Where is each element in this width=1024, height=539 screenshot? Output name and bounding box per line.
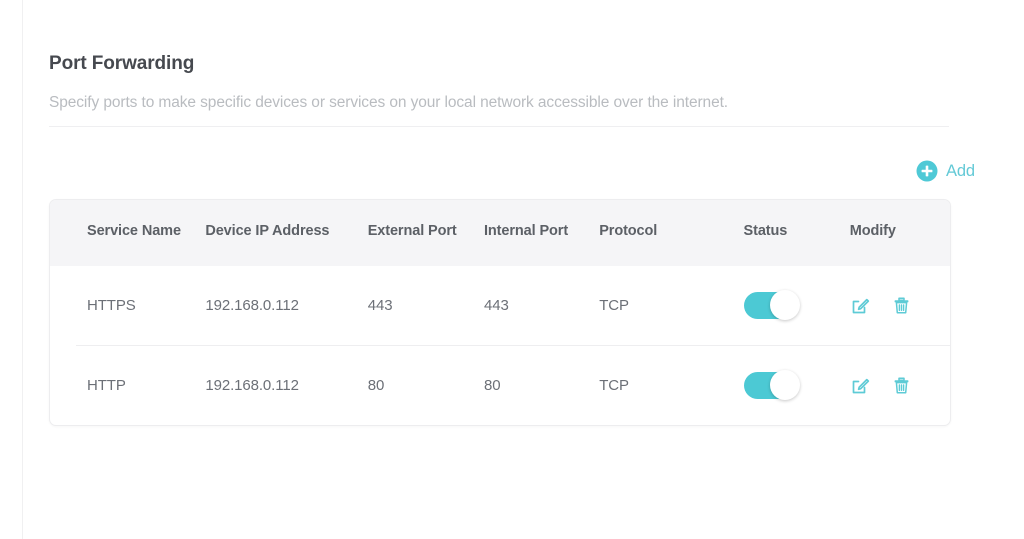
page-description: Specify ports to make specific devices o…: [49, 94, 728, 111]
header-divider: [49, 126, 949, 127]
column-header-modify: Modify: [849, 223, 896, 239]
cell-internal-port: 443: [483, 296, 509, 314]
cell-device-ip: 192.168.0.112: [205, 344, 368, 425]
table-body: HTTPS 192.168.0.112 443 443 TCP HTTP 192…: [50, 266, 950, 425]
page-title: Port Forwarding: [49, 53, 195, 74]
add-button-label: Add: [945, 161, 975, 180]
port-forwarding-table-card: Service Name Device IP Address External …: [49, 199, 951, 426]
toggle-knob: [769, 369, 800, 400]
column-header-external-port: External Port: [367, 223, 457, 239]
plus-circle-icon: [916, 160, 938, 182]
cell-service-name: HTTPS: [87, 296, 136, 314]
status-toggle[interactable]: [743, 289, 800, 320]
table-row: HTTPS 192.168.0.112 443 443 TCP: [50, 266, 950, 346]
status-toggle[interactable]: [743, 369, 800, 400]
edit-button[interactable]: [850, 295, 871, 316]
cell-service-name: HTTP: [50, 345, 206, 425]
edit-pencil-icon: [850, 298, 871, 319]
column-header-protocol: Protocol: [599, 223, 658, 239]
edit-button[interactable]: [850, 375, 871, 396]
cell-device-ip: 192.168.0.112: [205, 296, 299, 314]
cell-internal-port: 80: [483, 344, 600, 425]
trash-icon: [891, 297, 912, 319]
page-container: Port Forwarding Specify ports to make sp…: [22, 0, 1024, 539]
cell-modify: [850, 266, 950, 346]
table-header: Service Name Device IP Address External …: [50, 200, 950, 266]
cell-protocol: TCP: [599, 296, 629, 314]
trash-icon: [891, 377, 912, 399]
add-button[interactable]: Add: [916, 160, 975, 182]
content-area: Port Forwarding Specify ports to make sp…: [49, 0, 975, 426]
cell-protocol: TCP: [599, 344, 744, 425]
cell-status: [743, 266, 850, 346]
column-header-service-name: Service Name: [87, 223, 181, 239]
column-header-device-ip: Device IP Address: [205, 223, 330, 239]
cell-external-port: 80: [367, 344, 484, 425]
cell-status: [743, 344, 850, 425]
modify-actions: [850, 295, 950, 316]
edit-pencil-icon: [850, 378, 871, 399]
delete-button[interactable]: [891, 375, 912, 396]
toolbar: Add: [49, 157, 975, 185]
column-header-internal-port: Internal Port: [483, 223, 569, 239]
toggle-knob: [769, 289, 800, 320]
modify-actions: [850, 375, 950, 396]
column-header-status: Status: [743, 223, 788, 239]
cell-modify: [849, 344, 950, 425]
table-row: HTTP 192.168.0.112 80 80 TCP: [50, 344, 950, 425]
delete-button[interactable]: [891, 295, 912, 316]
port-forwarding-table: Service Name Device IP Address External …: [50, 200, 950, 425]
table-header-row: Service Name Device IP Address External …: [50, 200, 950, 266]
cell-external-port: 443: [367, 296, 393, 314]
